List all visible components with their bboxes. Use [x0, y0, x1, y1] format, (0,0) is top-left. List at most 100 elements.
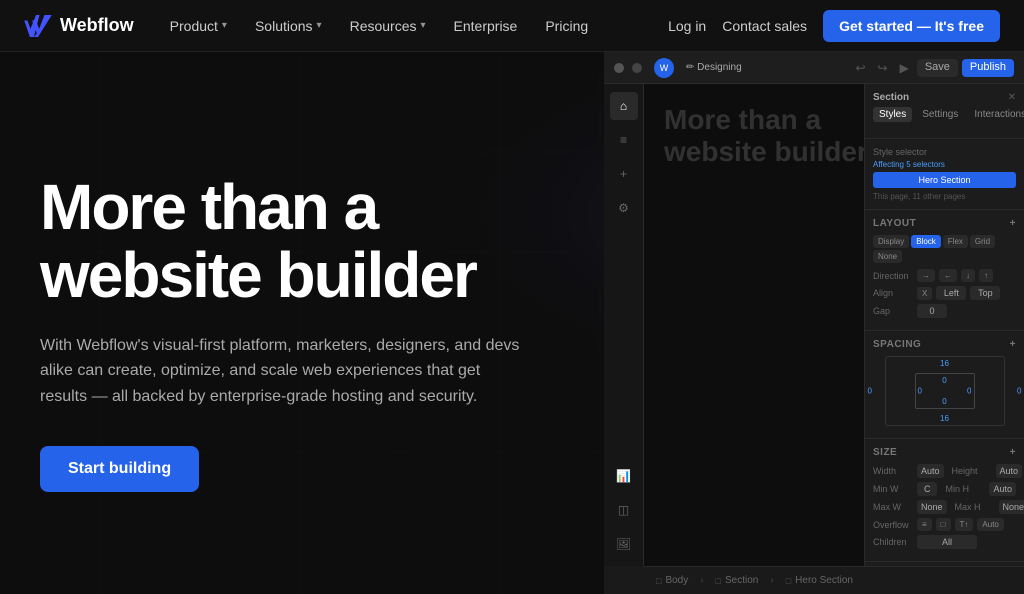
- padding-top-value: 0: [942, 376, 946, 385]
- tab-settings[interactable]: Settings: [916, 107, 964, 122]
- children-label: Children: [873, 537, 913, 547]
- chevron-down-icon: ▾: [317, 20, 322, 31]
- statusbar-separator-1: ›: [700, 575, 703, 586]
- statusbar-body-label: Body: [665, 575, 688, 586]
- direction-row: Direction → ← ↓ ↑: [873, 269, 1016, 282]
- statusbar-body[interactable]: □ Body: [656, 575, 688, 586]
- block-btn[interactable]: Block: [911, 235, 941, 248]
- layout-options: Display Block Flex Grid None: [873, 235, 1016, 263]
- layers-icon-btn[interactable]: ≡: [610, 126, 638, 154]
- affecting-hint: Affecting 5 selectors: [873, 160, 1016, 169]
- max-w-value: None: [917, 500, 947, 514]
- topbar-dot: [614, 63, 624, 73]
- save-button[interactable]: Save: [917, 59, 958, 77]
- min-h-label: Min H: [945, 484, 985, 494]
- display-btn[interactable]: Display: [873, 235, 909, 248]
- style-selector-label: Style selector: [873, 147, 1016, 157]
- designer-panel: W ✏ Designing ↩ ↪ ▶ Save Publish ⌂ ≡ + ⚙…: [604, 52, 1024, 594]
- children-row: Children All: [873, 535, 1016, 549]
- nav-link-solutions[interactable]: Solutions ▾: [243, 12, 334, 40]
- spacing-visual: 16 16 0 0 0 0 0 0: [885, 356, 1005, 426]
- overflow-auto-btn[interactable]: Auto: [977, 518, 1003, 531]
- tab-interactions[interactable]: Interactions: [968, 107, 1024, 122]
- publish-button[interactable]: Publish: [962, 59, 1014, 77]
- designer-statusbar: □ Body › □ Section › □ Hero Section: [644, 566, 1024, 594]
- selector-name-box[interactable]: Hero Section: [873, 172, 1016, 188]
- spacing-section-header: Spacing +: [873, 339, 1016, 350]
- gap-value: 0: [917, 304, 947, 318]
- redo-button[interactable]: ↪: [874, 59, 892, 77]
- align-row: Align X Left Top: [873, 286, 1016, 300]
- dir-up-btn[interactable]: ↑: [979, 269, 993, 282]
- overflow-scroll-btn[interactable]: ≡: [917, 518, 932, 531]
- min-w-row: Min W C Min H Auto: [873, 482, 1016, 496]
- none-btn[interactable]: None: [873, 250, 902, 263]
- overflow-hide-btn[interactable]: □: [936, 518, 951, 531]
- chevron-down-icon: ▾: [222, 20, 227, 31]
- overflow-label: Overflow: [873, 520, 913, 530]
- chevron-down-icon: ▾: [421, 20, 426, 31]
- dir-right-btn[interactable]: ←: [939, 269, 957, 282]
- hero-cta-button[interactable]: Start building: [40, 446, 199, 492]
- statusbar-section[interactable]: □ Section: [716, 575, 759, 586]
- settings-icon-btn[interactable]: ⚙: [610, 194, 638, 222]
- home-icon-btn[interactable]: ⌂: [610, 92, 638, 120]
- nav-cta-button[interactable]: Get started — It's free: [823, 10, 1000, 42]
- padding-bottom-value: 0: [942, 397, 946, 406]
- size-expand-icon[interactable]: +: [1010, 447, 1016, 458]
- min-w-value: C: [917, 482, 937, 496]
- play-button[interactable]: ▶: [896, 59, 913, 77]
- nav-links: Product ▾ Solutions ▾ Resources ▾ Enterp…: [158, 12, 668, 40]
- panel-spacing: Spacing + 16 16 0 0 0 0 0 0: [865, 331, 1024, 439]
- nav-link-resources[interactable]: Resources ▾: [338, 12, 438, 40]
- layout-section-header: Layout +: [873, 218, 1016, 229]
- nav-link-product[interactable]: Product ▾: [158, 12, 239, 40]
- analytics-icon-btn[interactable]: 📊: [610, 462, 638, 490]
- avatar: W: [654, 58, 674, 78]
- nav-contact-link[interactable]: Contact sales: [722, 18, 807, 34]
- padding-left-value: 0: [918, 387, 922, 396]
- assets-icon-btn[interactable]: 🖼: [610, 530, 638, 558]
- min-h-value: Auto: [989, 482, 1016, 496]
- add-icon-btn[interactable]: +: [610, 160, 638, 188]
- dir-down-btn[interactable]: ↓: [961, 269, 975, 282]
- align-y-value: Top: [970, 286, 1000, 300]
- overflow-row: Overflow ≡ □ T↑ Auto: [873, 518, 1016, 531]
- nav-logo[interactable]: Webflow: [24, 15, 134, 37]
- close-panel-icon[interactable]: ✕: [1008, 92, 1016, 103]
- overflow-x-btn[interactable]: T↑: [955, 518, 974, 531]
- gap-label: Gap: [873, 306, 913, 316]
- align-x-btn[interactable]: X: [917, 287, 932, 300]
- width-row: Width Auto Height Auto: [873, 464, 1016, 478]
- designer-left-icons: ⌂ ≡ + ⚙ 📊 ◫ 🖼: [604, 84, 644, 566]
- margin-top-value: 16: [940, 359, 949, 368]
- panel-size: Size + Width Auto Height Auto Min W C Mi…: [865, 439, 1024, 562]
- undo-button[interactable]: ↩: [851, 59, 869, 77]
- statusbar-hero-section[interactable]: □ Hero Section: [786, 575, 853, 586]
- tab-styles[interactable]: Styles: [873, 107, 912, 122]
- designing-mode-indicator: ✏ Designing: [686, 62, 742, 73]
- hero-content: More than a website builder With Webflow…: [0, 52, 580, 594]
- nav-logo-text: Webflow: [60, 15, 134, 36]
- margin-left-value: 0: [868, 387, 872, 396]
- designer-right-panel: Section ✕ Styles Settings Interactions S…: [864, 84, 1024, 566]
- margin-right-value: 0: [1017, 387, 1021, 396]
- dir-left-btn[interactable]: →: [917, 269, 935, 282]
- nav-login-link[interactable]: Log in: [668, 18, 706, 34]
- nav-link-pricing[interactable]: Pricing: [533, 12, 600, 40]
- padding-area: 0 0 0 0: [915, 373, 975, 409]
- panel-section-header-area: Section ✕ Styles Settings Interactions: [865, 84, 1024, 139]
- section-label: Section: [873, 92, 909, 103]
- grid-btn[interactable]: Grid: [970, 235, 995, 248]
- spacing-expand-icon[interactable]: +: [1010, 339, 1016, 350]
- designer-topbar: W ✏ Designing ↩ ↪ ▶ Save Publish: [604, 52, 1024, 84]
- height-value: Auto: [996, 464, 1023, 478]
- layout-expand-icon[interactable]: +: [1010, 218, 1016, 229]
- flex-btn[interactable]: Flex: [943, 235, 968, 248]
- components-icon-btn[interactable]: ◫: [610, 496, 638, 524]
- padding-right-value: 0: [967, 387, 971, 396]
- body-checkbox-icon: □: [656, 576, 661, 586]
- navbar: Webflow Product ▾ Solutions ▾ Resources …: [0, 0, 1024, 52]
- hero-section-checkbox-icon: □: [786, 576, 791, 586]
- nav-link-enterprise[interactable]: Enterprise: [442, 12, 530, 40]
